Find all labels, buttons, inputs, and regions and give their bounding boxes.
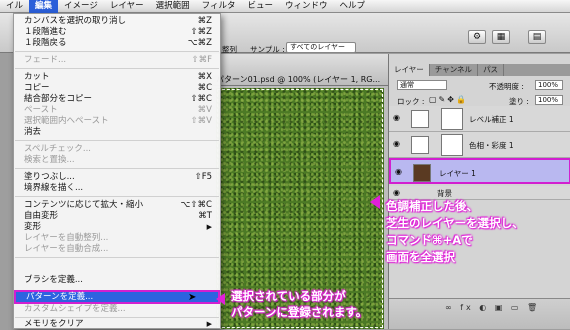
menu-item-copy-merged[interactable]: 結合部分をコピー ⇧⌘C (14, 94, 220, 105)
layers-tabs: レイヤー チャンネル パス (389, 64, 570, 76)
opacity-input[interactable]: 100% (535, 80, 563, 90)
menu-separator (15, 140, 219, 141)
menu-item-paste[interactable]: ペースト ⌘V (14, 105, 220, 116)
menu-edit[interactable]: 編集 (29, 0, 59, 13)
menu-item-paste-into[interactable]: 選択範囲内へペースト ⇧⌘V (14, 116, 220, 127)
menu-item-step-backward[interactable]: １段階戻る ⌥⌘Z (14, 38, 220, 49)
menu-item-copy[interactable]: コピー ⌘C (14, 83, 220, 94)
annotation-bottom: 選択されている部分が パターンに登録されます。 (231, 289, 368, 319)
menu-view[interactable]: ビュー (241, 0, 279, 13)
visibility-eye-icon[interactable]: ◉ (393, 114, 403, 122)
menu-separator (15, 168, 219, 169)
layer-row[interactable]: ◉ 色相・彩度 1 (389, 132, 570, 158)
layer-row-selected[interactable]: ◉ レイヤー 1 (389, 158, 570, 184)
adjustment-thumb (411, 136, 429, 154)
submenu-arrow-icon: ▶ (206, 223, 212, 231)
menu-item-spell-check[interactable]: スペルチェック... (14, 144, 220, 155)
menu-separator (15, 196, 219, 197)
menu-item-find-replace[interactable]: 検索と置換... (14, 155, 220, 166)
brush-tool-icon[interactable]: ⚙ (468, 30, 486, 44)
menu-window[interactable]: ウィンドウ (279, 0, 334, 13)
menu-separator (15, 257, 219, 258)
menu-item-undo[interactable]: カンバスを選択の取り消し ⌘Z (14, 16, 220, 27)
tab-channels[interactable]: チャンネル (430, 64, 479, 76)
edit-menu-dropdown: カンバスを選択の取り消し ⌘Z １段階進む ⇧⌘Z １段階戻る ⌥⌘Z フェード...… (13, 13, 221, 329)
menu-item-auto-align[interactable]: レイヤーを自動整列... (14, 233, 220, 244)
menu-bar: イル 編集 イメージ レイヤー 選択範囲 フィルタ ビュー ウィンドウ ヘルプ (0, 0, 570, 13)
submenu-arrow-icon: ▶ (206, 320, 212, 328)
menu-item-content-aware-scale[interactable]: コンテンツに応じて拡大・縮小 ⌥⇧⌘C (14, 200, 220, 211)
menu-item-fill[interactable]: 塗りつぶし... ⇧F5 (14, 172, 220, 183)
menu-item-free-transform[interactable]: 自由変形 ⌘T (14, 211, 220, 222)
layer-name: レイヤー 1 (439, 169, 476, 178)
mouse-pointer-icon: ➤ (188, 292, 197, 303)
mask-thumb (441, 134, 463, 156)
menu-item-stroke[interactable]: 境界線を描く... (14, 183, 220, 194)
tab-layers[interactable]: レイヤー (389, 64, 430, 76)
menu-layer[interactable]: レイヤー (104, 0, 150, 13)
menu-item-transform[interactable]: 変形 ▶ (14, 222, 220, 233)
menu-separator (15, 68, 219, 69)
sample-select[interactable]: すべてのレイヤー (286, 42, 356, 53)
visibility-eye-icon[interactable]: ◉ (393, 189, 403, 197)
adjustment-thumb (411, 110, 429, 128)
grid-tool-icon[interactable]: ▦ (492, 30, 510, 44)
arrow-to-menu-icon (216, 293, 225, 305)
arrow-to-layer-icon (370, 195, 380, 209)
menu-select[interactable]: 選択範囲 (150, 0, 196, 13)
menu-item-step-forward[interactable]: １段階進む ⇧⌘Z (14, 27, 220, 38)
layer-name: 色相・彩度 1 (469, 141, 514, 150)
fill-input[interactable]: 100% (535, 95, 563, 105)
blend-mode-select[interactable]: 通常 (397, 80, 447, 90)
menu-item-auto-blend[interactable]: レイヤーを自動合成... (14, 244, 220, 255)
layer-footer-icons[interactable]: ∞ fx ◐ ▣ ▭ 🗑 (445, 303, 540, 312)
menu-item-cut[interactable]: カット ⌘X (14, 72, 220, 83)
menu-help[interactable]: ヘルプ (334, 0, 372, 13)
toggle-panel-icon[interactable]: ▤ (528, 30, 546, 44)
lock-icons[interactable]: ▢✎✥🔒 (429, 95, 468, 104)
menu-item-define-custom-shape[interactable]: カスタムシェイプを定義... (14, 304, 220, 315)
opacity-label: 不透明度 : (489, 82, 524, 91)
visibility-eye-icon[interactable]: ◉ (393, 140, 403, 148)
menu-item-fade[interactable]: フェード... ⇧⌘F (14, 55, 220, 66)
mask-thumb (441, 108, 463, 130)
tab-paths[interactable]: パス (478, 64, 505, 76)
menu-image[interactable]: イメージ (58, 0, 104, 13)
menu-item-define-brush[interactable]: ブラシを定義... (14, 275, 220, 286)
menu-file[interactable]: イル (0, 0, 29, 13)
document-tab[interactable]: パターン01.psd @ 100% (レイヤー 1, RG... (210, 54, 388, 86)
annotation-right: 色調補正した後、 芝生のレイヤーを選択し、 コマンド⌘+Aで 画面を全選択 (386, 199, 524, 264)
menu-filter[interactable]: フィルタ (196, 0, 242, 13)
layers-footer: ∞ fx ◐ ▣ ▭ 🗑 (389, 298, 570, 329)
layer-thumb (413, 164, 431, 182)
menu-separator (15, 51, 219, 52)
menu-separator (15, 317, 219, 318)
layer-row[interactable]: ◉ レベル補正 1 (389, 106, 570, 132)
layer-name: レベル補正 1 (469, 115, 514, 124)
menu-item-purge[interactable]: メモリをクリア ▶ (14, 319, 220, 330)
layers-panel: レイヤー チャンネル パス 通常 不透明度 : 100% ロック : ▢✎✥🔒 … (388, 54, 570, 329)
document-title: パターン01.psd @ 100% (レイヤー 1, RG... (216, 75, 381, 84)
menu-item-clear[interactable]: 消去 (14, 127, 220, 138)
visibility-eye-icon[interactable]: ◉ (395, 168, 405, 176)
